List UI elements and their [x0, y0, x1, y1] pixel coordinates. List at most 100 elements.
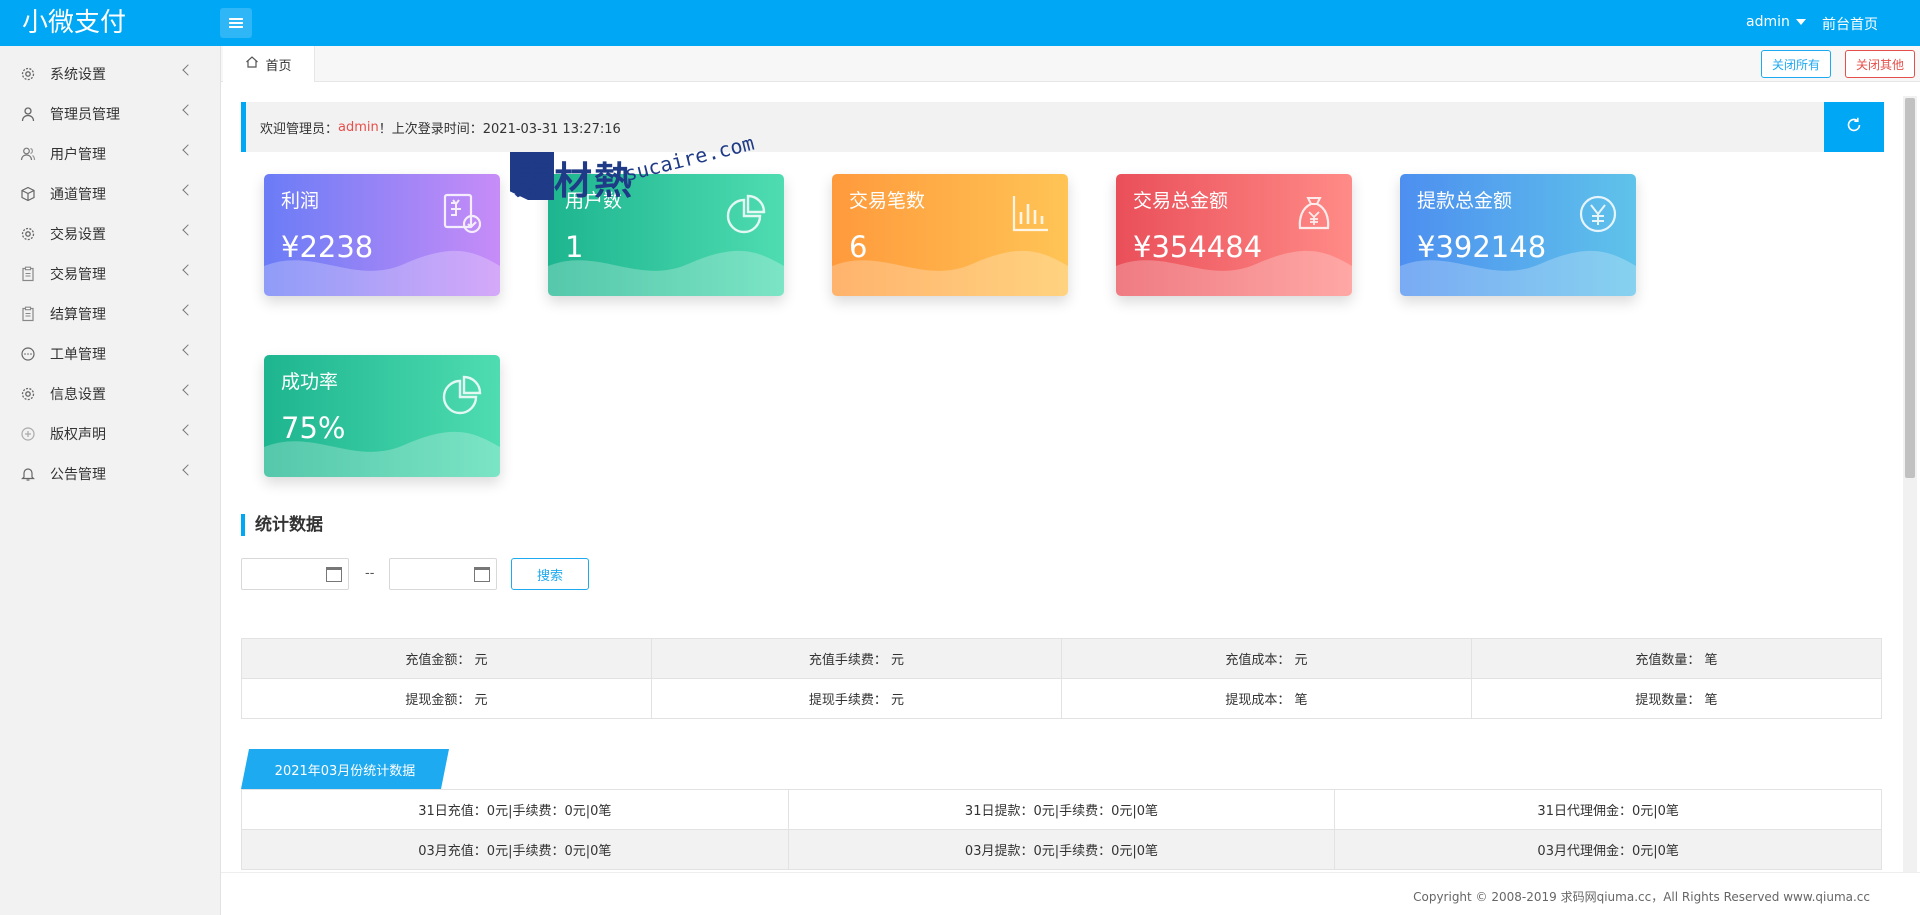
table-cell: 31日代理佣金：0元|0笔: [1334, 789, 1882, 830]
sidebar: 系统设置 管理员管理 用户管理 通道管理 交易设置 交易管理 结算管理 工单管理: [0, 46, 221, 915]
sidebar-item-label: 交易管理: [50, 267, 106, 283]
table-row: 充值金额： 元 充值手续费： 元 充值成本： 元 充值数量： 笔: [241, 638, 1882, 679]
chevron-left-icon: [182, 264, 194, 276]
stats-table: 充值金额： 元 充值手续费： 元 充值成本： 元 充值数量： 笔 提现金额： 元…: [241, 638, 1882, 719]
calendar-icon: [474, 567, 490, 582]
table-cell: 03月代理佣金：0元|0笔: [1334, 829, 1882, 870]
card-title: 提款总金额: [1417, 190, 1513, 212]
table-cell: 提现手续费： 元: [651, 678, 1062, 719]
home-icon: [245, 55, 259, 73]
table-cell: 充值金额： 元: [241, 638, 652, 679]
scrollbar-thumb[interactable]: [1905, 98, 1915, 478]
chevron-left-icon: [182, 104, 194, 116]
card-title: 交易总金额: [1133, 190, 1229, 212]
card-title: 交易笔数: [849, 190, 926, 212]
chevron-left-icon: [182, 304, 194, 316]
sidebar-item-user-management[interactable]: 用户管理: [0, 134, 220, 174]
chevron-left-icon: [182, 184, 194, 196]
table-cell: 03月提款：0元|手续费：0元|0笔: [787, 829, 1336, 870]
pie-chart-icon: [442, 375, 482, 415]
welcome-admin-name: admin: [338, 119, 379, 135]
close-other-tabs-button[interactable]: 关闭其他: [1845, 50, 1915, 78]
end-date-input[interactable]: [389, 558, 497, 590]
table-cell: 31日提款：0元|手续费：0元|0笔: [787, 789, 1336, 830]
yen-circle-icon: [1579, 195, 1617, 233]
table-row: 提现金额： 元 提现手续费： 元 提现成本： 笔 提现数量： 笔: [241, 678, 1882, 719]
table-row: 03月充值：0元|手续费：0元|0笔 03月提款：0元|手续费：0元|0笔 03…: [241, 829, 1882, 870]
sidebar-item-trade-settings[interactable]: 交易设置: [0, 214, 220, 254]
footer-copyright: Copyright © 2008-2019 求码网qiuma.cc，All Ri…: [1413, 890, 1870, 904]
sidebar-item-label: 版权声明: [50, 427, 106, 443]
chevron-left-icon: [182, 424, 194, 436]
receipt-check-icon: [443, 193, 482, 234]
sidebar-item-label: 公告管理: [50, 467, 106, 483]
sidebar-item-label: 信息设置: [50, 387, 106, 403]
users-icon: [20, 146, 36, 162]
chevron-left-icon: [182, 464, 194, 476]
start-date-input[interactable]: [241, 558, 349, 590]
gear-icon: [20, 386, 36, 402]
tab-home[interactable]: 首页: [223, 46, 315, 82]
chat-icon: [20, 346, 36, 362]
user-menu[interactable]: admin: [1746, 14, 1806, 30]
bar-chart-icon: [1012, 196, 1048, 232]
sidebar-item-settlement-management[interactable]: 结算管理: [0, 294, 220, 334]
sidebar-item-label: 工单管理: [50, 347, 106, 363]
table-cell: 提现金额： 元: [241, 678, 652, 719]
tab-bar: 首页 关闭所有 关闭其他: [221, 46, 1920, 82]
stat-card-trade-count: 交易笔数 6: [832, 174, 1068, 296]
date-range-separator: --: [365, 566, 375, 581]
welcome-prefix: 欢迎管理员：: [260, 121, 339, 137]
gear-icon: [20, 66, 36, 82]
chevron-left-icon: [182, 344, 194, 356]
card-value: ¥2238: [281, 230, 374, 264]
user-name: admin: [1746, 14, 1790, 30]
sidebar-item-ticket-management[interactable]: 工单管理: [0, 334, 220, 374]
user-icon: [20, 106, 36, 122]
card-value: ¥392148: [1417, 230, 1547, 264]
sidebar-item-channel-management[interactable]: 通道管理: [0, 174, 220, 214]
sidebar-item-label: 用户管理: [50, 147, 106, 163]
welcome-last-login: ！上次登录时间：2021-03-31 13:27:16: [378, 121, 621, 137]
menu-toggle-button[interactable]: [220, 8, 252, 38]
clipboard-icon: [20, 306, 36, 322]
card-title: 成功率: [281, 371, 339, 393]
clipboard-icon: [20, 266, 36, 282]
vertical-scrollbar[interactable]: [1903, 96, 1917, 872]
sidebar-item-admin-management[interactable]: 管理员管理: [0, 94, 220, 134]
watermark-text: 素材熱: [514, 159, 635, 203]
card-value: 6: [849, 230, 868, 264]
monthly-stats-table: 31日充值：0元|手续费：0元|0笔 31日提款：0元|手续费：0元|0笔 31…: [241, 789, 1882, 870]
monthly-stats-tab[interactable]: 2021年03月份统计数据: [241, 749, 449, 789]
search-button[interactable]: 搜索: [511, 558, 589, 590]
front-page-link[interactable]: 前台首页: [1822, 14, 1878, 34]
sidebar-item-trade-management[interactable]: 交易管理: [0, 254, 220, 294]
sidebar-item-label: 通道管理: [50, 187, 106, 203]
sidebar-item-notice-management[interactable]: 公告管理: [0, 454, 220, 494]
cube-icon: [20, 186, 36, 202]
gear-icon: [20, 226, 36, 242]
stat-card-withdraw-amount: 提款总金额 ¥392148: [1400, 174, 1636, 296]
chevron-left-icon: [182, 384, 194, 396]
card-value: 1: [565, 230, 584, 264]
sidebar-item-info-settings[interactable]: 信息设置: [0, 374, 220, 414]
top-navbar: 小微支付 admin 前台首页: [0, 0, 1920, 46]
table-cell: 31日充值：0元|手续费：0元|0笔: [241, 789, 789, 830]
chevron-left-icon: [182, 224, 194, 236]
table-cell: 03月充值：0元|手续费：0元|0笔: [241, 829, 789, 870]
sidebar-item-label: 交易设置: [50, 227, 106, 243]
main-content: 欢迎管理员： admin ！上次登录时间：2021-03-31 13:27:16 利…: [221, 82, 1899, 872]
sidebar-item-system-settings[interactable]: 系统设置: [0, 54, 220, 94]
refresh-icon: [1845, 116, 1863, 138]
sidebar-item-copyright[interactable]: 版权声明: [0, 414, 220, 454]
close-all-tabs-button[interactable]: 关闭所有: [1761, 50, 1831, 78]
stat-card-trade-amount: 交易总金额 ¥354484: [1116, 174, 1352, 296]
watermark: 素材熱 sucaire.com: [510, 131, 760, 210]
hamburger-icon: [229, 18, 243, 28]
table-cell: 充值数量： 笔: [1471, 638, 1882, 679]
stat-card-profit: 利润 ¥2238: [264, 174, 500, 296]
footer: Copyright © 2008-2019 求码网qiuma.cc，All Ri…: [221, 872, 1920, 915]
calendar-icon: [326, 567, 342, 582]
refresh-button[interactable]: [1824, 102, 1884, 152]
brand-logo[interactable]: 小微支付: [22, 6, 126, 40]
